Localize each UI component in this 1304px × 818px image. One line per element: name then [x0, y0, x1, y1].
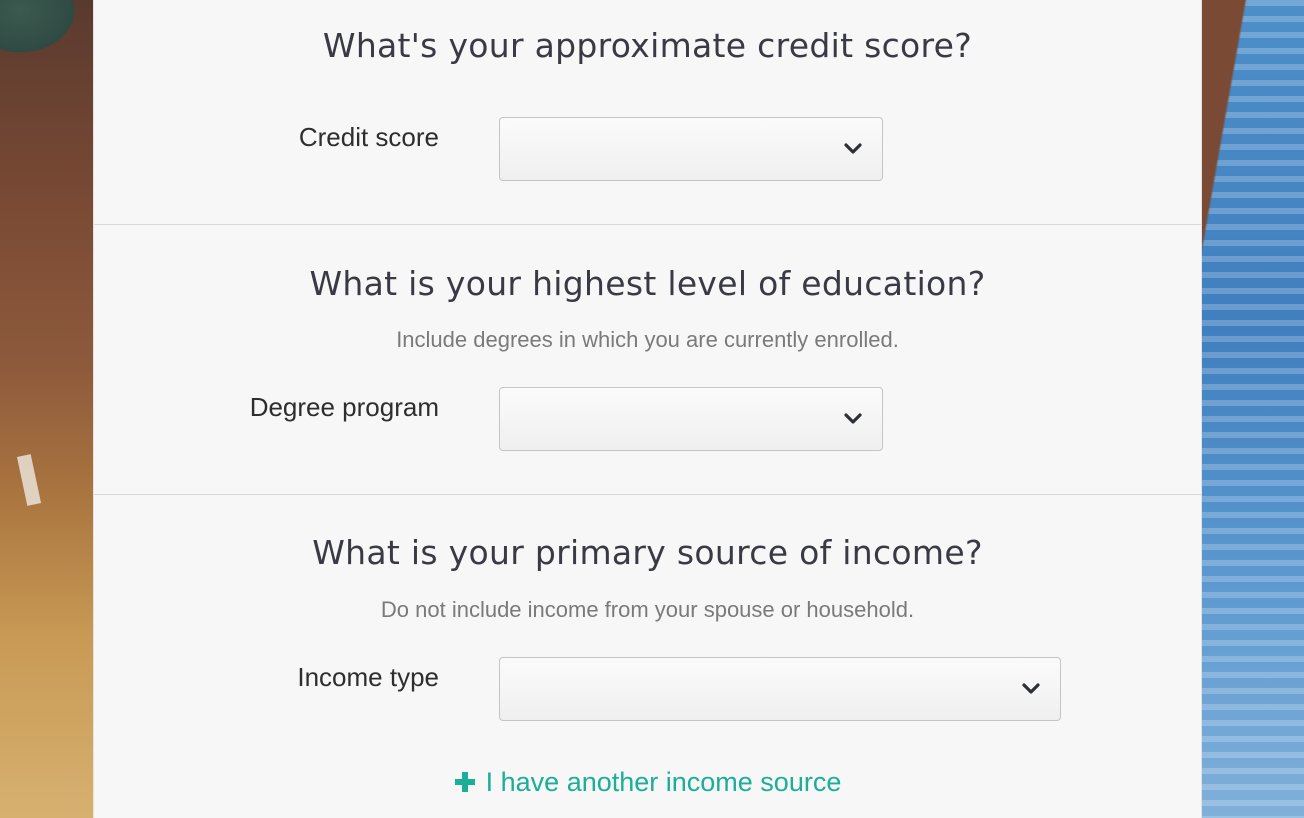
income-type-select[interactable] [499, 657, 1061, 721]
credit-score-label: Credit score [298, 122, 439, 152]
background-detail [16, 454, 42, 506]
income-hint: Do not include income from your spouse o… [380, 597, 915, 622]
chevron-down-icon [844, 143, 862, 154]
credit-score-select[interactable] [499, 117, 883, 181]
education-question: What is your highest level of education? [309, 264, 986, 303]
chevron-down-icon [844, 413, 862, 424]
add-income-source-link[interactable]: I have another income source [94, 767, 1201, 798]
degree-program-label: Degree program [249, 392, 439, 422]
education-hint: Include degrees in which you are current… [396, 327, 899, 352]
degree-program-select[interactable] [499, 387, 883, 451]
education-section: What is your highest level of education?… [94, 225, 1201, 495]
income-type-label: Income type [297, 662, 439, 692]
income-question: What is your primary source of income? [312, 533, 983, 572]
add-income-source-label: I have another income source [485, 767, 842, 797]
income-section: What is your primary source of income? D… [94, 495, 1201, 818]
credit-score-section: What's your approximate credit score? Cr… [94, 0, 1201, 225]
background-photo-left [0, 0, 94, 818]
chevron-down-icon [1022, 683, 1040, 694]
credit-score-question: What's your approximate credit score? [322, 26, 973, 65]
background-photo-right [1200, 0, 1304, 818]
form-panel: What's your approximate credit score? Cr… [93, 0, 1202, 818]
plus-icon [454, 772, 475, 792]
